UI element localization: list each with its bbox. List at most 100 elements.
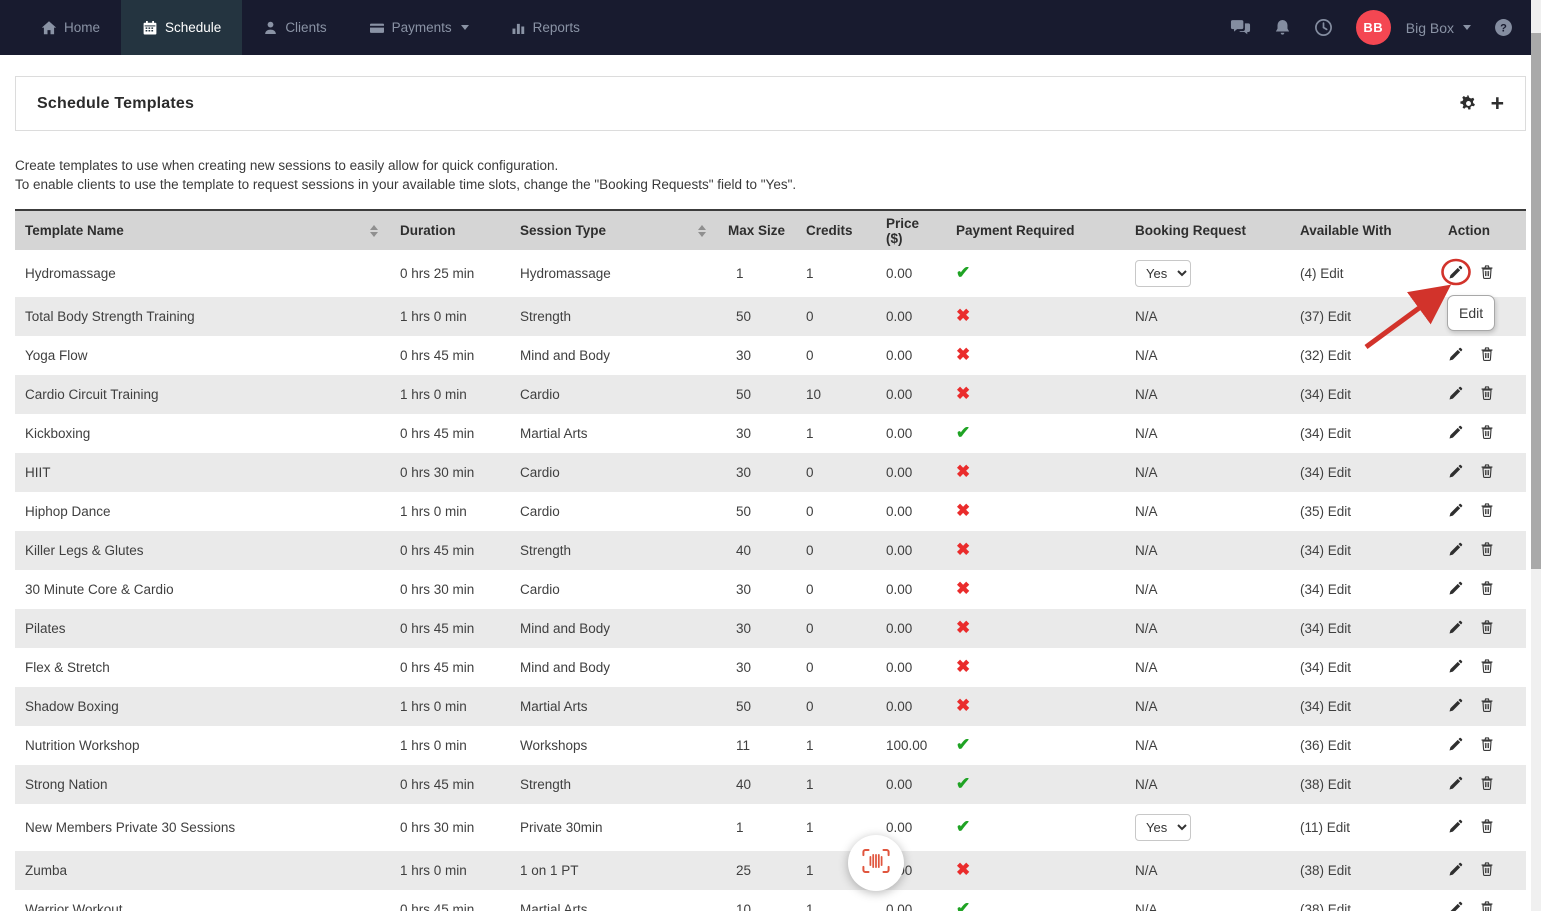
booking-request-value: N/A <box>1135 621 1158 636</box>
available-with-edit-link[interactable]: (38) Edit <box>1300 902 1351 911</box>
cell-credits: 1 <box>796 414 876 453</box>
nav-item-clients[interactable]: Clients <box>242 0 347 55</box>
booking-request-select[interactable]: Yes <box>1135 260 1191 287</box>
payment-no-cross-icon: ✖ <box>956 345 970 364</box>
clock-icon[interactable] <box>1314 18 1333 37</box>
delete-trash-button[interactable] <box>1480 697 1494 716</box>
booking-request-select[interactable]: Yes <box>1135 814 1191 841</box>
edit-pencil-button[interactable] <box>1448 425 1463 443</box>
booking-request-value: N/A <box>1135 309 1158 324</box>
edit-pencil-button[interactable] <box>1448 464 1463 482</box>
cell-max-size: 30 <box>718 453 796 492</box>
sort-icon[interactable] <box>370 225 378 237</box>
messages-icon[interactable] <box>1230 19 1251 37</box>
available-with-edit-link[interactable]: (37) Edit <box>1300 309 1351 324</box>
edit-tooltip: Edit <box>1447 295 1495 331</box>
nav-item-schedule[interactable]: Schedule <box>121 0 242 55</box>
cell-booking-request: N/A <box>1125 453 1290 492</box>
avatar[interactable]: BB <box>1356 10 1391 45</box>
booking-request-value: N/A <box>1135 465 1158 480</box>
delete-trash-button[interactable] <box>1480 463 1494 482</box>
delete-trash-button[interactable] <box>1480 346 1494 365</box>
edit-pencil-button[interactable] <box>1448 659 1463 677</box>
delete-trash-button[interactable] <box>1480 264 1494 283</box>
help-icon[interactable]: ? <box>1494 18 1513 37</box>
payment-no-cross-icon: ✖ <box>956 618 970 637</box>
sort-icon[interactable] <box>698 225 706 237</box>
nav-item-reports[interactable]: Reports <box>490 0 601 55</box>
available-with-edit-link[interactable]: (36) Edit <box>1300 738 1351 753</box>
top-nav: Home Schedule <box>0 0 1541 55</box>
cell-action <box>1438 687 1526 726</box>
edit-pencil-button[interactable] <box>1448 542 1463 560</box>
cell-max-size: 1 <box>718 250 796 297</box>
available-with-edit-link[interactable]: (34) Edit <box>1300 387 1351 402</box>
nav-item-home[interactable]: Home <box>20 0 121 55</box>
cell-session-type: Martial Arts <box>510 687 718 726</box>
delete-trash-button[interactable] <box>1480 541 1494 560</box>
edit-pencil-button[interactable] <box>1448 776 1463 794</box>
table-row: Flex & Stretch 0 hrs 45 min Mind and Bod… <box>15 648 1526 687</box>
edit-pencil-button[interactable] <box>1448 581 1463 599</box>
user-menu[interactable]: Big Box <box>1406 20 1471 36</box>
delete-trash-button[interactable] <box>1480 775 1494 794</box>
col-label: Payment Required <box>956 223 1075 238</box>
available-with-edit-link[interactable]: (4) Edit <box>1300 266 1344 281</box>
available-with-edit-link[interactable]: (34) Edit <box>1300 465 1351 480</box>
cell-duration: 1 hrs 0 min <box>390 851 510 890</box>
delete-trash-button[interactable] <box>1480 385 1494 404</box>
col-duration: Duration <box>390 210 510 250</box>
col-label: Action <box>1448 223 1490 238</box>
available-with-edit-link[interactable]: (34) Edit <box>1300 621 1351 636</box>
available-with-edit-link[interactable]: (34) Edit <box>1300 699 1351 714</box>
edit-pencil-button[interactable] <box>1448 386 1463 404</box>
cell-payment-required: ✖ <box>946 336 1125 375</box>
delete-trash-button[interactable] <box>1480 502 1494 521</box>
notifications-bell-icon[interactable] <box>1274 19 1291 37</box>
add-template-plus-icon[interactable]: + <box>1491 92 1504 115</box>
scan-badge[interactable] <box>848 835 904 891</box>
available-with-edit-link[interactable]: (35) Edit <box>1300 504 1351 519</box>
nav-item-payments[interactable]: Payments <box>348 0 490 55</box>
available-with-edit-link[interactable]: (32) Edit <box>1300 348 1351 363</box>
settings-gear-icon[interactable] <box>1460 95 1477 112</box>
nav-item-label: Payments <box>392 20 452 35</box>
edit-pencil-button[interactable] <box>1448 503 1463 521</box>
available-with-edit-link[interactable]: (11) Edit <box>1300 820 1350 835</box>
available-with-edit-link[interactable]: (34) Edit <box>1300 543 1351 558</box>
edit-pencil-button[interactable] <box>1448 347 1463 365</box>
cell-available-with: (34) Edit <box>1290 414 1438 453</box>
available-with-edit-link[interactable]: (34) Edit <box>1300 426 1351 441</box>
delete-trash-button[interactable] <box>1480 900 1494 911</box>
available-with-edit-link[interactable]: (38) Edit <box>1300 777 1351 792</box>
delete-trash-button[interactable] <box>1480 861 1494 880</box>
edit-pencil-button[interactable] <box>1448 620 1463 638</box>
delete-trash-button[interactable] <box>1480 818 1494 837</box>
available-with-edit-link[interactable]: (38) Edit <box>1300 863 1351 878</box>
cell-available-with: (11) Edit <box>1290 804 1438 851</box>
table-row: Cardio Circuit Training 1 hrs 0 min Card… <box>15 375 1526 414</box>
page: Home Schedule <box>0 0 1541 911</box>
edit-pencil-button[interactable] <box>1448 698 1463 716</box>
edit-pencil-button[interactable] <box>1448 819 1463 837</box>
delete-trash-button[interactable] <box>1480 736 1494 755</box>
edit-pencil-button[interactable] <box>1448 737 1463 755</box>
payment-no-cross-icon: ✖ <box>956 462 970 481</box>
cell-credits: 10 <box>796 375 876 414</box>
edit-pencil-button[interactable] <box>1448 265 1463 283</box>
delete-trash-button[interactable] <box>1480 619 1494 638</box>
delete-trash-button[interactable] <box>1480 424 1494 443</box>
scrollbar-track[interactable] <box>1531 0 1541 911</box>
edit-pencil-button[interactable] <box>1448 862 1463 880</box>
col-payment-required: Payment Required <box>946 210 1125 250</box>
payment-yes-check-icon: ✔ <box>956 423 970 442</box>
scrollbar-thumb[interactable] <box>1531 33 1541 569</box>
nav-item-label: Reports <box>533 20 580 35</box>
available-with-edit-link[interactable]: (34) Edit <box>1300 582 1351 597</box>
delete-trash-button[interactable] <box>1480 658 1494 677</box>
available-with-edit-link[interactable]: (34) Edit <box>1300 660 1351 675</box>
cell-action <box>1438 453 1526 492</box>
delete-trash-button[interactable] <box>1480 580 1494 599</box>
cell-price: 0.00 <box>876 890 946 911</box>
edit-pencil-button[interactable] <box>1448 901 1463 911</box>
